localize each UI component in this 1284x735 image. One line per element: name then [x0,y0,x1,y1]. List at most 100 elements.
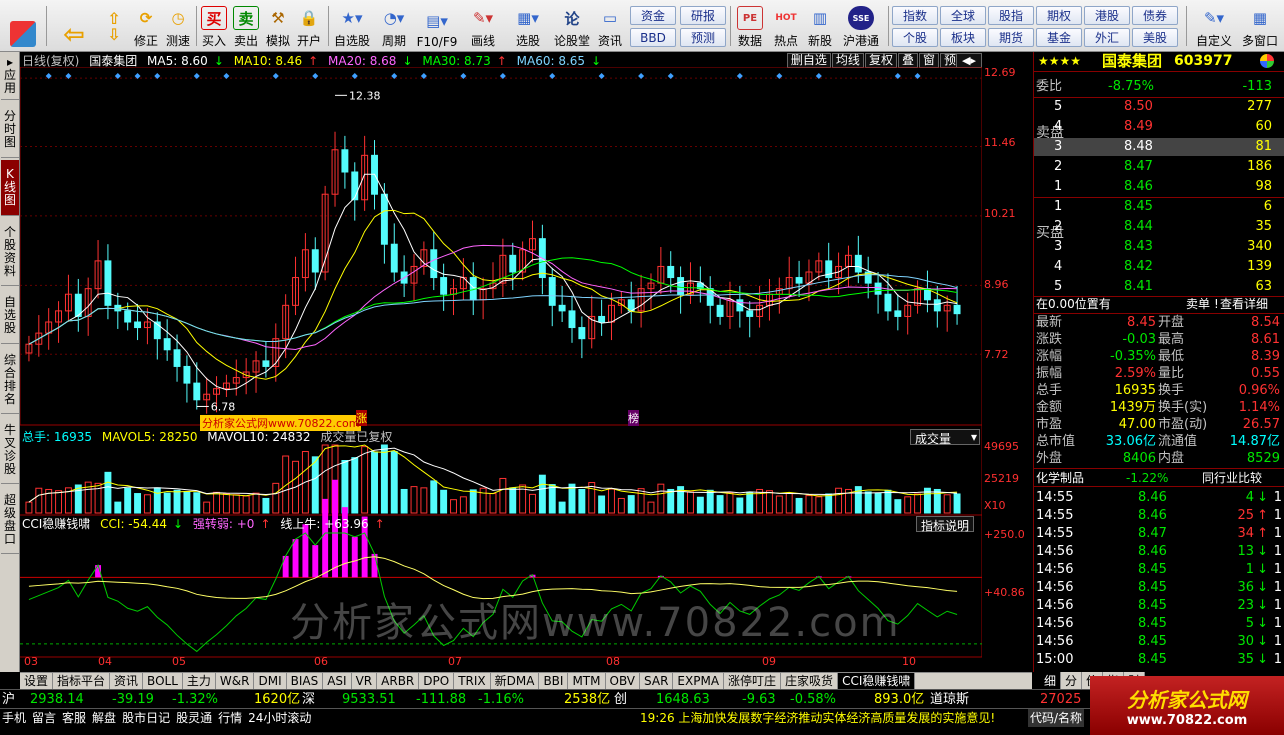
sz-index[interactable]: 9533.51 [342,690,396,709]
status-menu-0[interactable]: 手机 [2,709,26,727]
indicator-tab-20[interactable]: 庄家吸货 [781,673,839,689]
status-menu-1[interactable]: 留言 [32,709,56,727]
indicator-tab-8[interactable]: ASI [323,673,352,689]
futures-button[interactable]: 期货 [988,28,1034,47]
indicator-tab-17[interactable]: SAR [640,673,674,689]
industry-name[interactable]: 化学制品 [1036,469,1084,487]
status-menu-2[interactable]: 客服 [62,709,86,727]
indicator-tab-2[interactable]: 资讯 [110,673,144,689]
sell-level-2[interactable]: 2 8.47 186 [1034,158,1284,176]
forecast-button[interactable]: 预测 [680,28,726,47]
indicator-tab-1[interactable]: 指标平台 [53,673,111,689]
sell-level-1[interactable]: 1 8.46 98 [1034,178,1284,196]
indicator-tab-18[interactable]: EXPMA [673,673,725,689]
draw-line-button[interactable]: ✎▾ 画线 [464,3,502,49]
indicator-tab-21[interactable]: CCI稳赚钱啸 [838,673,916,689]
watchlist-button[interactable]: ★▾ 自选股 [332,3,372,49]
up-down-button[interactable]: ⇧ ⇩ [100,3,128,49]
hk-connect-button[interactable]: SSE 沪港通 [838,3,884,49]
options-button[interactable]: 期权 [1036,6,1082,25]
indicator-tab-16[interactable]: OBV [606,673,641,689]
forex-button[interactable]: 外汇 [1084,28,1130,47]
tab-timeshare[interactable]: 分时图 [1,102,19,158]
speed-test-button[interactable]: ◷ 测速 [162,3,194,49]
open-account-button[interactable]: 🔒 开户 [294,3,324,49]
indicator-tab-14[interactable]: BBI [539,673,569,689]
adjust-button[interactable]: 复权 [864,53,897,68]
f10-button[interactable]: ▤▾ F10/F9 [416,3,458,49]
bond-button[interactable]: 债券 [1132,6,1178,25]
modify-button[interactable]: ⟳ 修正 [130,3,162,49]
ma-button[interactable]: 均线 [831,53,864,68]
back-button[interactable]: ⇦ [56,3,92,50]
global-button[interactable]: 全球 [940,6,986,25]
sell-single-link[interactable]: 卖单 [1186,295,1210,313]
new-stock-button[interactable]: ▥ 新股 [804,3,836,49]
indicator-tab-4[interactable]: 主力 [183,673,216,689]
view-detail-link[interactable]: 查看详细 [1220,295,1268,313]
buy-level-5[interactable]: 5 8.41 63 [1034,278,1284,296]
bbd-button[interactable]: BBD [630,28,676,47]
status-menu-5[interactable]: 股灵通 [176,709,212,727]
overlay-button[interactable]: 叠 [897,53,918,68]
window-button[interactable]: 窗 [918,53,939,68]
simulate-button[interactable]: ⚒ 模拟 [264,3,292,49]
sell-level-5[interactable]: 5 8.50 277 [1034,98,1284,116]
indicator-tab-3[interactable]: BOLL [143,673,183,689]
tab-kline[interactable]: K线图 [1,160,19,216]
index-button[interactable]: 指数 [892,6,938,25]
indicator-tab-12[interactable]: TRIX [454,673,491,689]
globe-icon[interactable] [1260,54,1274,68]
indicator-tab-10[interactable]: ARBR [377,673,420,689]
sell-button[interactable]: 卖卖出 [232,3,260,49]
buy-level-3[interactable]: 3 8.43 340 [1034,238,1284,256]
cy-index[interactable]: 1648.63 [656,690,710,709]
indicator-tab-11[interactable]: DPO [419,673,455,689]
volume-dropdown[interactable]: 成交量 ▾ [910,429,980,446]
sell-level-3[interactable]: 3 8.48 81 [1034,138,1284,156]
indicator-tab-13[interactable]: 新DMA [491,673,540,689]
period-button[interactable]: ◔▾ 周期 [376,3,412,49]
tab-stock-info[interactable]: 个股资料 [1,218,19,286]
indicator-tab-7[interactable]: BIAS [287,673,324,689]
status-menu-3[interactable]: 解盘 [92,709,116,727]
tab-super-panel[interactable]: 超级盘口 [1,486,19,554]
status-menu-6[interactable]: 行情 [218,709,242,727]
expand-icon[interactable]: ◀▸ [956,53,982,68]
customize-button[interactable]: ✎▾ 自定义 [1192,3,1236,49]
code-input-label[interactable]: 代码/名称 [1028,709,1085,727]
tab-diagnosis[interactable]: 牛叉诊股 [1,416,19,484]
tab-apps[interactable]: ▸ 应用 [1,52,19,100]
tab-watchlist[interactable]: 自选股 [1,288,19,344]
buy-level-4[interactable]: 4 8.42 139 [1034,258,1284,276]
data-button[interactable]: PE 数据 [734,3,766,49]
buy-level-2[interactable]: 2 8.44 35 [1034,218,1284,236]
buy-button[interactable]: 买买入 [200,3,228,49]
us-stock-button[interactable]: 美股 [1132,28,1178,47]
sector-button[interactable]: 板块 [940,28,986,47]
dj-index[interactable]: 27025 [1040,690,1081,709]
remove-watchlist-button[interactable]: 删自选 [786,53,831,68]
indicator-tab-6[interactable]: DMI [254,673,287,689]
buy-level-1[interactable]: 1 8.45 6 [1034,198,1284,216]
hotspot-button[interactable]: HOT 热点 [770,3,802,49]
hk-stock-button[interactable]: 港股 [1084,6,1130,25]
status-menu-4[interactable]: 股市日记 [122,709,170,727]
quote-tab-0[interactable]: 细 [1040,672,1062,689]
stock-index-button[interactable]: 股指 [988,6,1034,25]
indicator-tab-15[interactable]: MTM [568,673,606,689]
indicator-tab-0[interactable]: 设置 [20,673,54,689]
stock-picker-button[interactable]: ▦▾ 选股 [508,3,548,49]
research-button[interactable]: 研报 [680,6,726,25]
tab-ranking[interactable]: 综合排名 [1,346,19,414]
sell-level-4[interactable]: 4 8.49 60 [1034,118,1284,136]
single-stock-button[interactable]: 个股 [892,28,938,47]
indicator-tab-19[interactable]: 涨停叮庄 [724,673,782,689]
fund-market-button[interactable]: 基金 [1036,28,1082,47]
news-ticker[interactable]: 19:26 上海加快发展数字经济推动实体经济高质量发展的实施意见! [640,709,995,727]
indicator-tab-5[interactable]: W&R [216,673,255,689]
forum-button[interactable]: 论论股堂 [552,3,592,49]
multi-window-button[interactable]: ▦ 多窗口 [1238,3,1282,49]
app-logo[interactable] [6,3,40,49]
quote-tab-1[interactable]: 分 [1061,672,1083,689]
